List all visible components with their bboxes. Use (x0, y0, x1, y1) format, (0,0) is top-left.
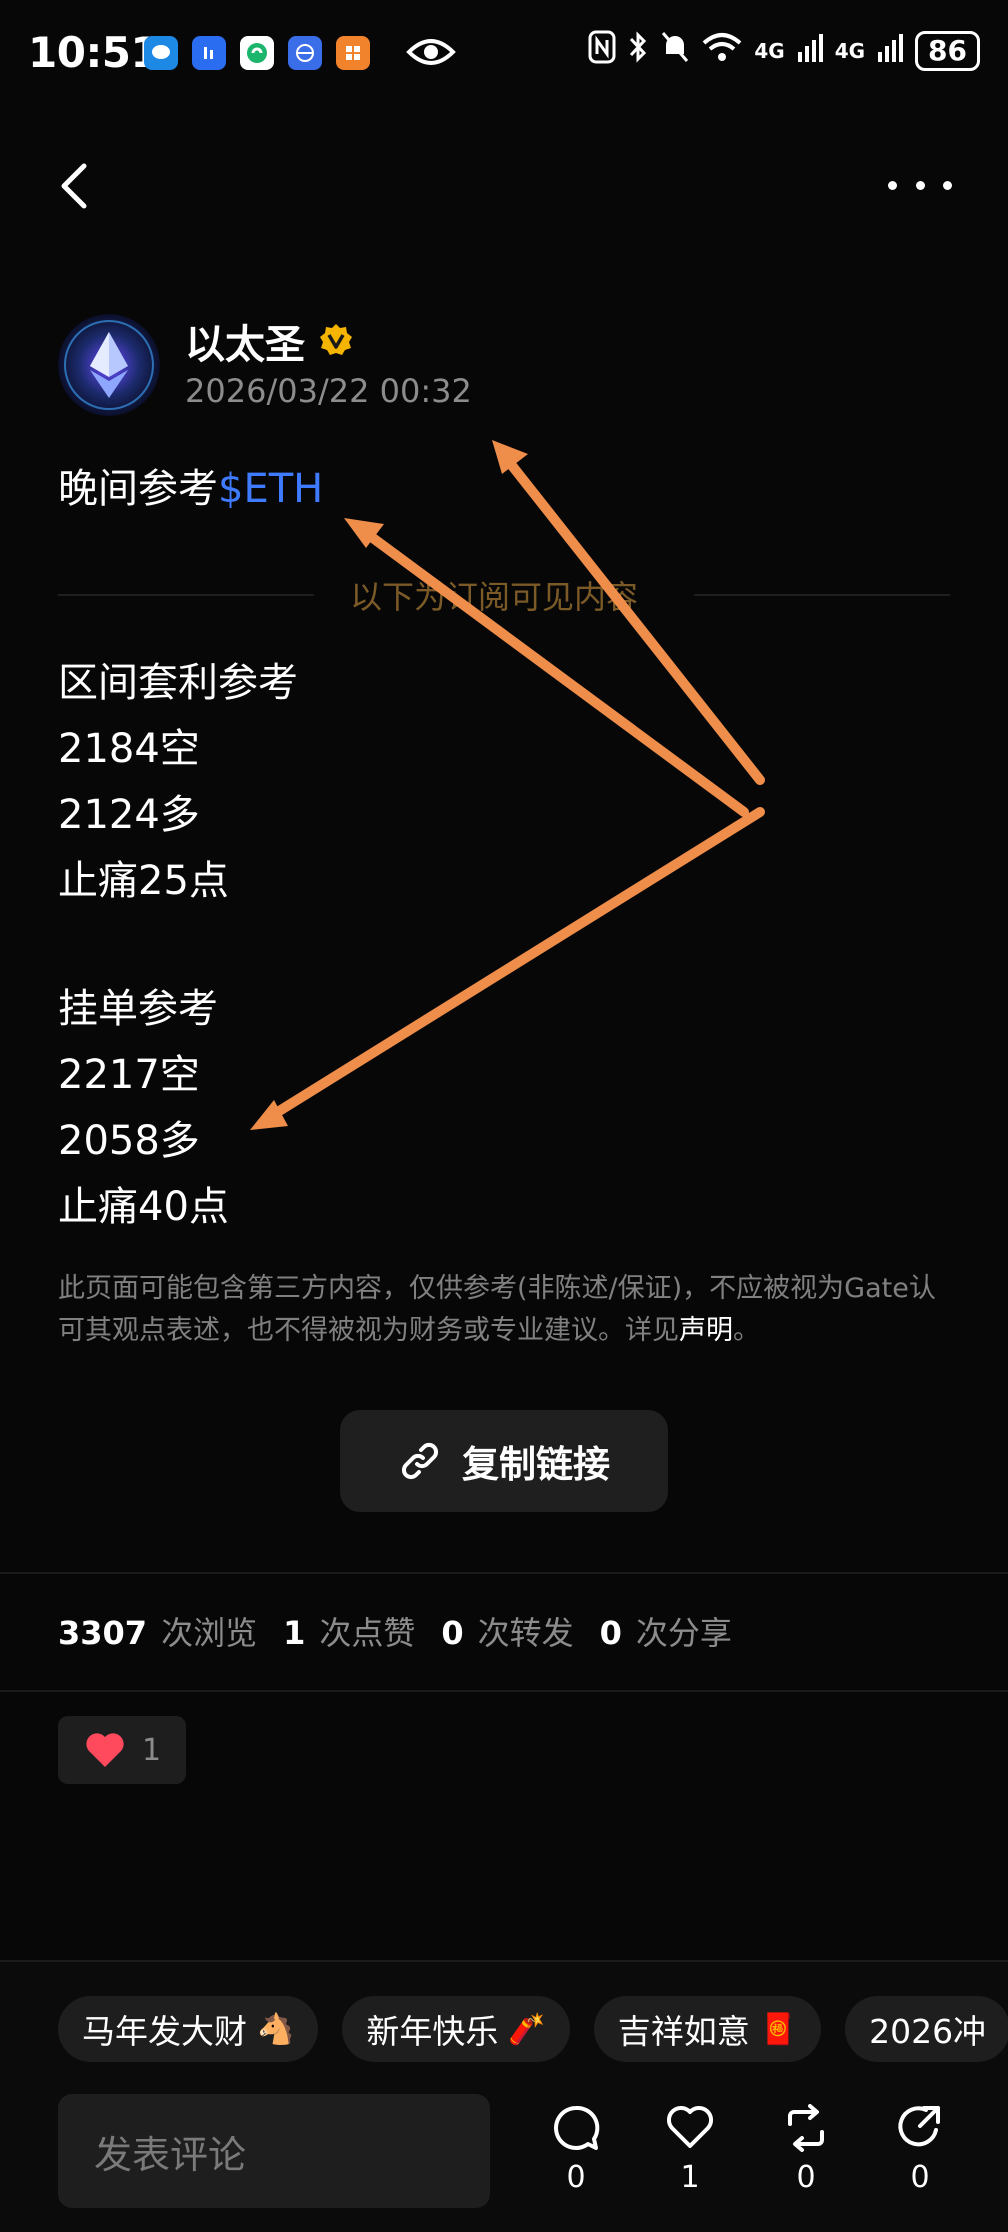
repost-button[interactable]: 0 (770, 2104, 842, 2195)
bluetooth-icon (628, 30, 648, 71)
more-dot (943, 180, 952, 190)
content-line: 区间套利参考 (58, 660, 298, 706)
status-time: 10:51 (28, 28, 160, 77)
chip-label: 新年快乐 (366, 2012, 499, 2051)
comment-icon (554, 2105, 600, 2150)
share-icon (898, 2106, 940, 2147)
notification-icons (144, 36, 370, 70)
copy-link-button[interactable]: 复制链接 (340, 1410, 668, 1512)
shares-label: 次分享 (635, 1614, 732, 1652)
signal-icon-2 (877, 32, 904, 69)
reposts-count: 0 (441, 1614, 464, 1652)
shares-count: 0 (599, 1614, 622, 1652)
battery-indicator: 86 (915, 30, 980, 71)
chip-quick-reply[interactable]: 新年快乐 🧨 (342, 1996, 570, 2062)
reaction-chip[interactable]: 1 (58, 1716, 186, 1784)
verified-badge-icon (318, 322, 354, 358)
nfc-icon (588, 30, 616, 71)
share-button[interactable]: 0 (884, 2104, 956, 2195)
mute-bell-icon (660, 30, 690, 71)
author-name[interactable]: 以太圣 (185, 312, 305, 370)
post-content: 区间套利参考 2184空 2124多 止痛25点 挂单参考 2217空 2058… (58, 650, 298, 1240)
share-count: 0 (910, 2160, 930, 2195)
horse-emoji-icon: 🐴 (257, 2011, 295, 2047)
arrow-head (344, 518, 384, 548)
disclaimer: 此页面可能包含第三方内容，仅供参考(非陈述/保证)，不应被视为Gate认可其观点… (58, 1268, 958, 1352)
chip-label: 马年发大财 (82, 2012, 247, 2051)
more-options-button[interactable] (888, 170, 952, 200)
comment-input[interactable]: 发表评论 (58, 2094, 490, 2208)
like-count: 1 (680, 2160, 700, 2195)
network-label-2: 4G (834, 38, 866, 63)
chip-quick-reply[interactable]: 2026冲 (845, 1996, 1008, 2062)
message-app-icon (144, 36, 178, 70)
network-label: 4G (754, 38, 785, 63)
chip-quick-reply[interactable]: 吉祥如意 🧧 (593, 1996, 822, 2062)
content-line: 挂单参考 (58, 986, 218, 1032)
divider-right (694, 594, 950, 596)
browser-app-icon (288, 36, 322, 70)
chip-quick-reply[interactable]: 马年发大财 🐴 (58, 1996, 319, 2062)
more-dot (915, 180, 925, 190)
likes-count: 1 (283, 1614, 306, 1652)
comment-count: 0 (566, 2160, 586, 2195)
post-timestamp: 2026/03/22 00:32 (185, 372, 472, 410)
author-avatar[interactable] (58, 314, 160, 416)
quick-reply-chips: 马年发大财 🐴 新年快乐 🧨 吉祥如意 🧧 2026冲 (58, 1996, 1008, 2062)
repost-icon (788, 2104, 824, 2152)
repost-count: 0 (796, 2160, 816, 2195)
content-line: 2124多 (58, 792, 200, 838)
green-app-icon (240, 36, 274, 70)
views-label: 次浏览 (161, 1614, 258, 1652)
ethereum-logo-icon (58, 314, 160, 416)
divider-left (58, 594, 314, 596)
heart-icon (86, 1733, 124, 1767)
arrow-head (492, 440, 528, 474)
like-button[interactable]: 1 (654, 2104, 726, 2195)
link-icon (401, 1442, 439, 1480)
content-line: 2058多 (58, 1118, 200, 1164)
likes-label: 次点赞 (319, 1614, 416, 1652)
back-button[interactable] (56, 158, 96, 214)
annotation-arrow (263, 807, 765, 1123)
views-count: 3307 (58, 1614, 148, 1652)
post-title: 晚间参考$ETH (58, 456, 323, 514)
content-line: 2217空 (58, 1052, 200, 1098)
comment-button[interactable]: 0 (540, 2104, 612, 2195)
disclaimer-text: 此页面可能包含第三方内容，仅供参考(非陈述/保证)，不应被视为Gate认可其观点… (58, 1273, 936, 1346)
chart-app-icon (192, 36, 226, 70)
copy-link-label: 复制链接 (462, 1443, 610, 1486)
subscriber-notice: 以下为订阅可见内容 (350, 578, 639, 616)
disclaimer-link[interactable]: 声明 (679, 1315, 733, 1346)
post-title-text: 晚间参考 (58, 466, 218, 512)
red-envelope-emoji-icon: 🧧 (759, 2011, 798, 2047)
chip-label: 吉祥如意 (617, 2012, 750, 2051)
office-app-icon (336, 36, 370, 70)
separator (0, 1690, 1008, 1692)
content-line: 2184空 (58, 726, 200, 772)
separator (0, 1572, 1008, 1574)
content-line: 止痛25点 (58, 858, 229, 904)
content-gap (58, 914, 298, 976)
system-status-icons: 4G 4G 86 (588, 30, 980, 71)
eye-icon (406, 34, 456, 74)
firecracker-emoji-icon: 🧨 (508, 2011, 546, 2047)
annotation-arrow (501, 453, 765, 785)
wifi-icon (702, 31, 742, 70)
content-line: 止痛40点 (58, 1184, 229, 1230)
status-bar: 10:51 4G 4G 86 (0, 0, 1008, 108)
post-stats: 3307 次浏览 1 次点赞 0 次转发 0 次分享 (58, 1608, 758, 1654)
chip-label: 2026冲 (869, 2012, 987, 2051)
ticker-tag-link[interactable]: $ETH (218, 466, 323, 512)
chevron-left-icon (61, 163, 87, 209)
more-dot (888, 180, 897, 190)
signal-icon (797, 32, 823, 69)
reaction-count: 1 (142, 1732, 162, 1768)
heart-outline-icon (666, 2105, 714, 2148)
reposts-label: 次转发 (477, 1614, 574, 1652)
disclaimer-end: 。 (733, 1315, 760, 1346)
